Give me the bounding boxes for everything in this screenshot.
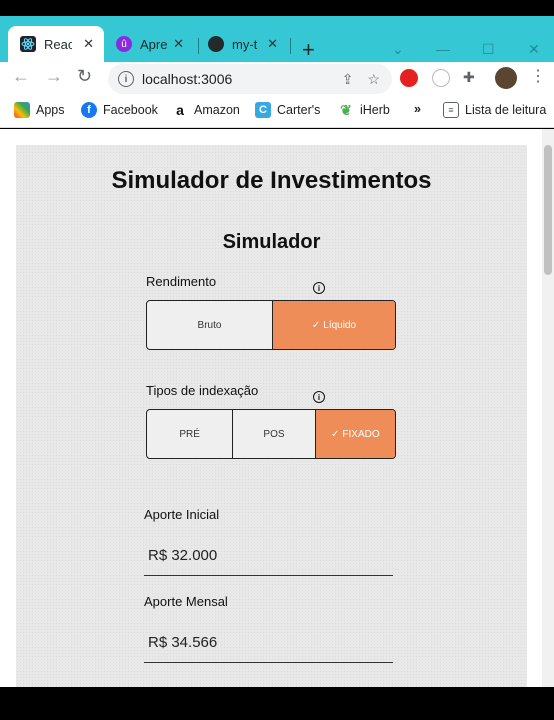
chevron-down-icon[interactable]: ⌄ [392, 41, 404, 58]
carters-icon: C [255, 102, 271, 118]
indexacao-toggle-group: PRÉ POS ✓ FIXADO [146, 409, 396, 459]
option-label: Bruto [197, 319, 222, 331]
react-favicon-icon [20, 36, 36, 52]
tab-title: my-t [232, 36, 258, 52]
option-label: POS [263, 428, 285, 440]
menu-dots-icon[interactable]: ⋮ [530, 66, 546, 86]
github-icon [208, 36, 224, 52]
extension-circle-icon[interactable] [432, 69, 450, 87]
check-icon: ✓ [331, 428, 340, 440]
page-title: Simulador de Investimentos [111, 167, 432, 194]
rendimento-liquido-button[interactable]: ✓ Líquido [272, 301, 395, 349]
extension-shield-icon[interactable] [400, 69, 418, 87]
reading-list[interactable]: ≡ Lista de leitura [443, 102, 546, 118]
close-window-icon[interactable]: ✕ [528, 41, 540, 58]
rendimento-toggle-group: Bruto ✓ Líquido [146, 300, 396, 350]
tab-title: Apre [140, 36, 168, 52]
bookmark-apps[interactable]: Apps [14, 102, 65, 118]
screen-bottom-border [0, 687, 554, 720]
option-label: Líquido [323, 319, 357, 331]
reading-list-label: Lista de leitura [465, 103, 547, 117]
tab-favicon-icon: û [116, 36, 132, 52]
indexacao-pre-button[interactable]: PRÉ [147, 410, 234, 458]
star-icon[interactable]: ☆ [367, 71, 380, 88]
reading-list-icon: ≡ [443, 102, 459, 118]
new-tab-button[interactable]: + [302, 39, 315, 61]
simulator-heading: Simulador [222, 231, 321, 253]
site-info-icon[interactable]: i [118, 71, 134, 87]
aporte-inicial-label: Aporte Inicial [144, 507, 220, 522]
address-bar[interactable]: i localhost:3006 ⇪ ☆ [108, 64, 392, 94]
bookmark-label: Facebook [103, 103, 158, 117]
back-arrow-icon[interactable]: ← [12, 66, 30, 87]
bookmark-label: iHerb [360, 103, 390, 117]
facebook-icon: f [81, 102, 97, 118]
check-icon: ✓ [311, 319, 321, 331]
bookmark-carters[interactable]: C Carter's [255, 102, 320, 118]
close-tab-icon[interactable]: ✕ [83, 36, 94, 52]
scrollbar-thumb[interactable] [544, 145, 552, 275]
bookmark-label: Amazon [194, 103, 240, 117]
aporte-inicial-input[interactable] [144, 536, 393, 576]
amazon-icon: a [176, 102, 184, 118]
share-icon[interactable]: ⇪ [342, 71, 354, 88]
browser-toolbar: ← → ↻ i localhost:3006 ⇪ ☆ ✚ ⋮ [0, 62, 554, 96]
tab-react[interactable]: React ✕ [8, 26, 104, 62]
bookmark-label: Carter's [277, 103, 321, 117]
bookmark-iherb[interactable]: ❦ iHerb [338, 102, 390, 118]
rendimento-bruto-button[interactable]: Bruto [147, 301, 273, 349]
aporte-mensal-label: Aporte Mensal [144, 594, 228, 609]
option-label: PRÉ [179, 428, 200, 440]
forward-arrow-icon[interactable]: → [45, 66, 63, 87]
tab-apre[interactable]: û Apre ✕ [112, 26, 194, 62]
minimize-icon[interactable]: — [436, 41, 450, 57]
rendimento-label: Rendimento [146, 274, 217, 289]
iherb-leaf-icon: ❦ [340, 101, 352, 118]
info-icon[interactable]: i [313, 282, 325, 294]
tab-title: React [44, 36, 72, 52]
screen-top-border [0, 0, 554, 16]
extensions-puzzle-icon[interactable]: ✚ [463, 69, 481, 87]
close-tab-icon[interactable]: ✕ [173, 36, 184, 52]
indexacao-label: Tipos de indexação [146, 383, 259, 398]
bookmarks-more-button[interactable]: » [414, 102, 421, 116]
page-scrollbar[interactable] [542, 129, 554, 687]
profile-avatar[interactable] [495, 67, 517, 89]
bookmarks-bar: Apps f Facebook a Amazon C Carter's ❦ iH… [0, 96, 554, 128]
tab-strip: React ✕ û Apre ✕ my-t ✕ + ⌄ — ☐ ✕ [0, 16, 554, 62]
tab-my-t[interactable]: my-t ✕ [204, 26, 288, 62]
simulator-card: Simulador de Investimentos Simulador Ren… [16, 145, 527, 687]
apps-grid-icon [14, 102, 30, 118]
option-label: FIXADO [342, 428, 380, 440]
indexacao-pos-button[interactable]: POS [233, 410, 316, 458]
address-text: localhost:3006 [142, 71, 233, 87]
maximize-icon[interactable]: ☐ [482, 41, 495, 58]
indexacao-fixado-button[interactable]: ✓ FIXADO [315, 410, 395, 458]
bookmark-label: Apps [36, 103, 65, 117]
reload-icon[interactable]: ↻ [77, 66, 92, 87]
bookmark-facebook[interactable]: f Facebook [81, 102, 158, 118]
page-viewport: Simulador de Investimentos Simulador Ren… [0, 129, 554, 687]
bookmark-amazon[interactable]: a Amazon [172, 102, 240, 118]
info-icon[interactable]: i [313, 391, 325, 403]
close-tab-icon[interactable]: ✕ [267, 36, 278, 52]
tab-separator [290, 38, 291, 54]
tab-separator [198, 38, 199, 54]
aporte-mensal-input[interactable] [144, 623, 393, 663]
